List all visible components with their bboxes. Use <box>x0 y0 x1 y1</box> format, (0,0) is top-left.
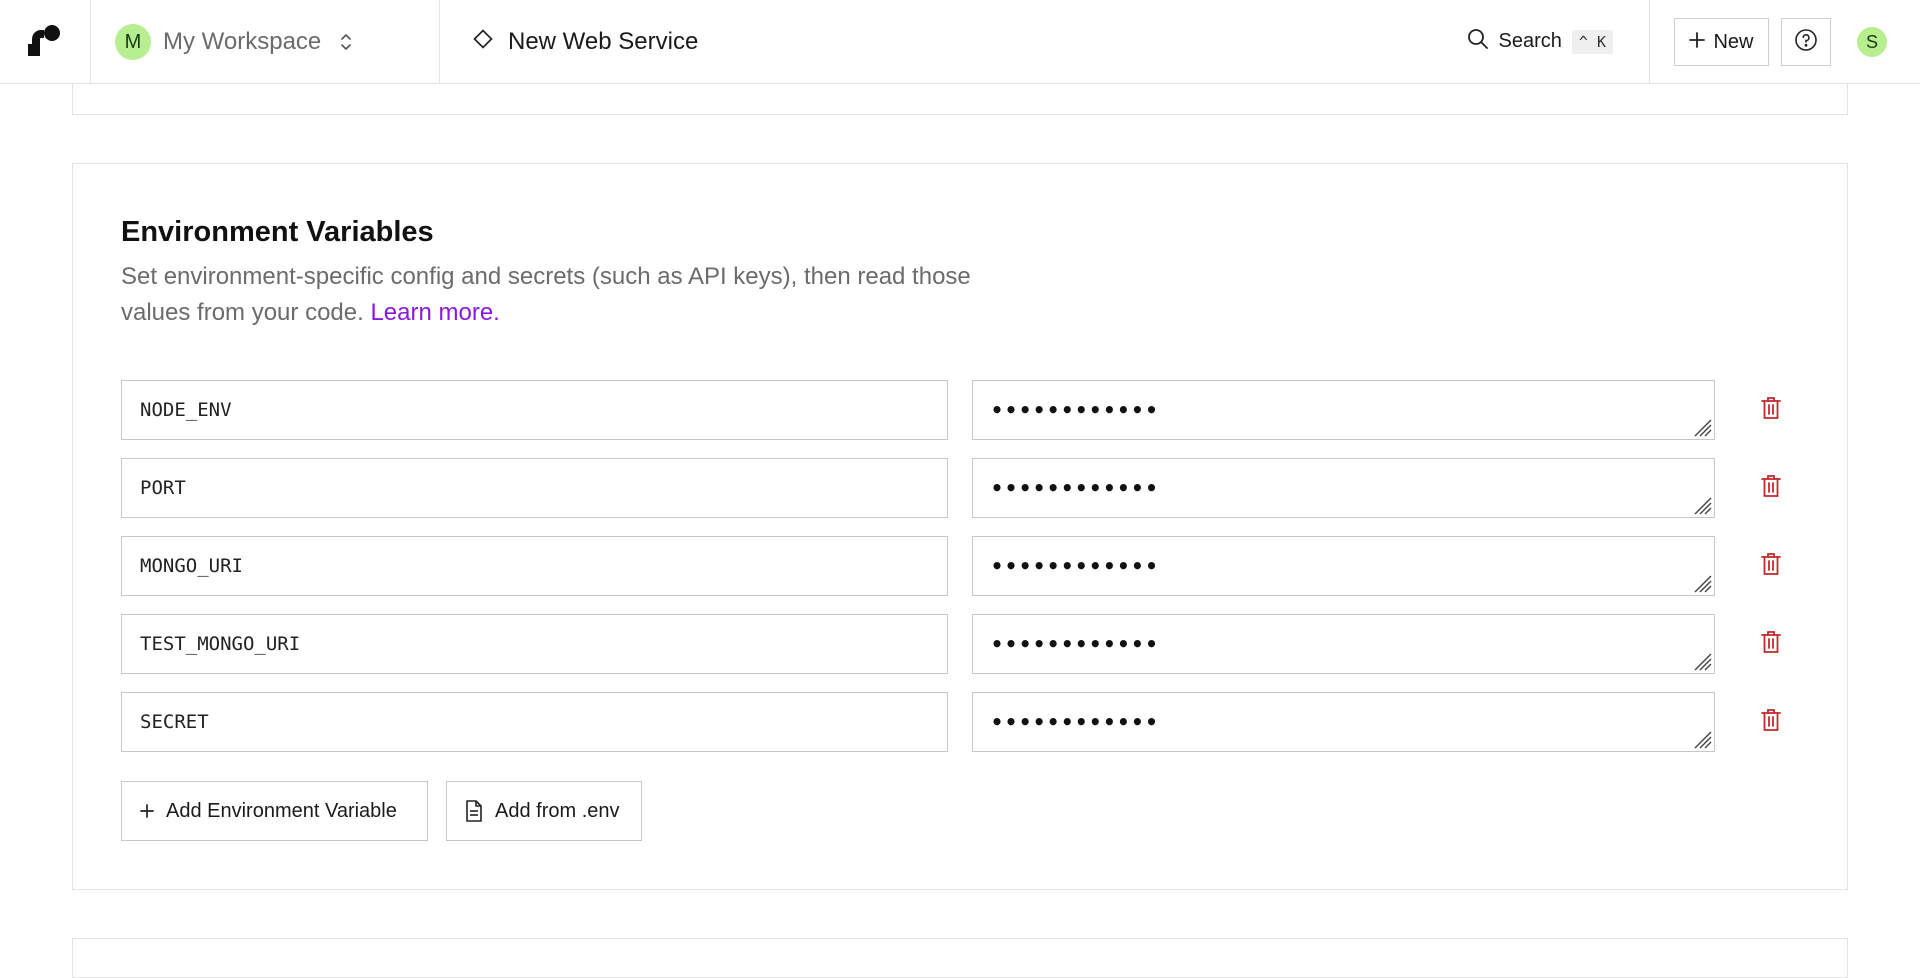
resize-handle-icon[interactable] <box>1692 573 1712 593</box>
env-var-row: •••••••••••• <box>121 614 1801 674</box>
description-text: Set environment-specific config and secr… <box>121 263 971 326</box>
trash-icon <box>1760 474 1782 503</box>
delete-variable-button[interactable] <box>1755 550 1787 582</box>
plus-icon <box>140 804 154 818</box>
logo-cell[interactable] <box>0 0 91 84</box>
workspace-avatar: M <box>115 24 151 60</box>
env-value-masked: •••••••••••• <box>991 710 1160 734</box>
page-title: New Web Service <box>508 27 699 55</box>
new-button[interactable]: New <box>1674 18 1769 66</box>
env-value-input[interactable]: •••••••••••• <box>972 536 1715 596</box>
section-description: Set environment-specific config and secr… <box>121 259 981 331</box>
trash-icon <box>1760 552 1782 581</box>
env-value-masked: •••••••••••• <box>991 554 1160 578</box>
env-value-input[interactable]: •••••••••••• <box>972 692 1715 752</box>
resize-handle-icon[interactable] <box>1692 495 1712 515</box>
env-key-input[interactable] <box>121 380 948 440</box>
help-button[interactable] <box>1781 18 1831 66</box>
next-section-card <box>72 938 1848 978</box>
workspace-switcher[interactable]: M My Workspace <box>91 0 440 84</box>
trash-icon <box>1760 630 1782 659</box>
chevrons-up-down-icon <box>339 32 353 52</box>
resize-handle-icon[interactable] <box>1692 417 1712 437</box>
top-nav-bar: M My Workspace New Web Service Search ^ … <box>0 0 1920 84</box>
search-icon <box>1467 28 1489 55</box>
section-title: Environment Variables <box>121 216 434 248</box>
env-value-input[interactable]: •••••••••••• <box>972 614 1715 674</box>
search-label: Search <box>1498 30 1562 52</box>
delete-variable-button[interactable] <box>1755 472 1787 504</box>
add-from-env-button[interactable]: Add from .env <box>446 781 642 841</box>
add-environment-variable-button[interactable]: Add Environment Variable <box>121 781 428 841</box>
trash-icon <box>1760 396 1782 425</box>
env-var-row: •••••••••••• <box>121 536 1801 596</box>
file-icon <box>465 800 483 822</box>
user-avatar[interactable]: S <box>1857 27 1887 57</box>
env-key-input[interactable] <box>121 692 948 752</box>
env-value-input[interactable]: •••••••••••• <box>972 458 1715 518</box>
learn-more-link[interactable]: Learn more. <box>370 299 499 326</box>
add-from-env-label: Add from .env <box>495 799 620 822</box>
workspace-name: My Workspace <box>163 28 322 55</box>
env-value-input[interactable]: •••••••••••• <box>972 380 1715 440</box>
diamond-icon <box>472 28 494 55</box>
plus-icon <box>1689 31 1706 54</box>
env-value-masked: •••••••••••• <box>991 476 1160 500</box>
env-var-row: •••••••••••• <box>121 458 1801 518</box>
help-circle-icon <box>1794 28 1818 57</box>
trash-icon <box>1760 708 1782 737</box>
env-key-input[interactable] <box>121 614 948 674</box>
delete-variable-button[interactable] <box>1755 628 1787 660</box>
resize-handle-icon[interactable] <box>1692 651 1712 671</box>
env-var-row: •••••••••••• <box>121 692 1801 752</box>
render-logo-icon[interactable] <box>28 24 62 61</box>
env-key-input[interactable] <box>121 536 948 596</box>
header-actions: New S <box>1649 0 1920 84</box>
search-shortcut: ^ K <box>1571 29 1613 54</box>
env-value-masked: •••••••••••• <box>991 632 1160 656</box>
delete-variable-button[interactable] <box>1755 706 1787 738</box>
new-button-label: New <box>1713 30 1754 53</box>
env-key-input[interactable] <box>121 458 948 518</box>
resize-handle-icon[interactable] <box>1692 729 1712 749</box>
search-button[interactable]: Search ^ K <box>1467 0 1649 83</box>
env-var-row: •••••••••••• <box>121 380 1801 440</box>
breadcrumb: New Web Service <box>440 0 1467 83</box>
add-variable-label: Add Environment Variable <box>166 799 397 822</box>
delete-variable-button[interactable] <box>1755 394 1787 426</box>
environment-variables-card: Environment Variables Set environment-sp… <box>72 163 1848 890</box>
env-value-masked: •••••••••••• <box>991 398 1160 422</box>
